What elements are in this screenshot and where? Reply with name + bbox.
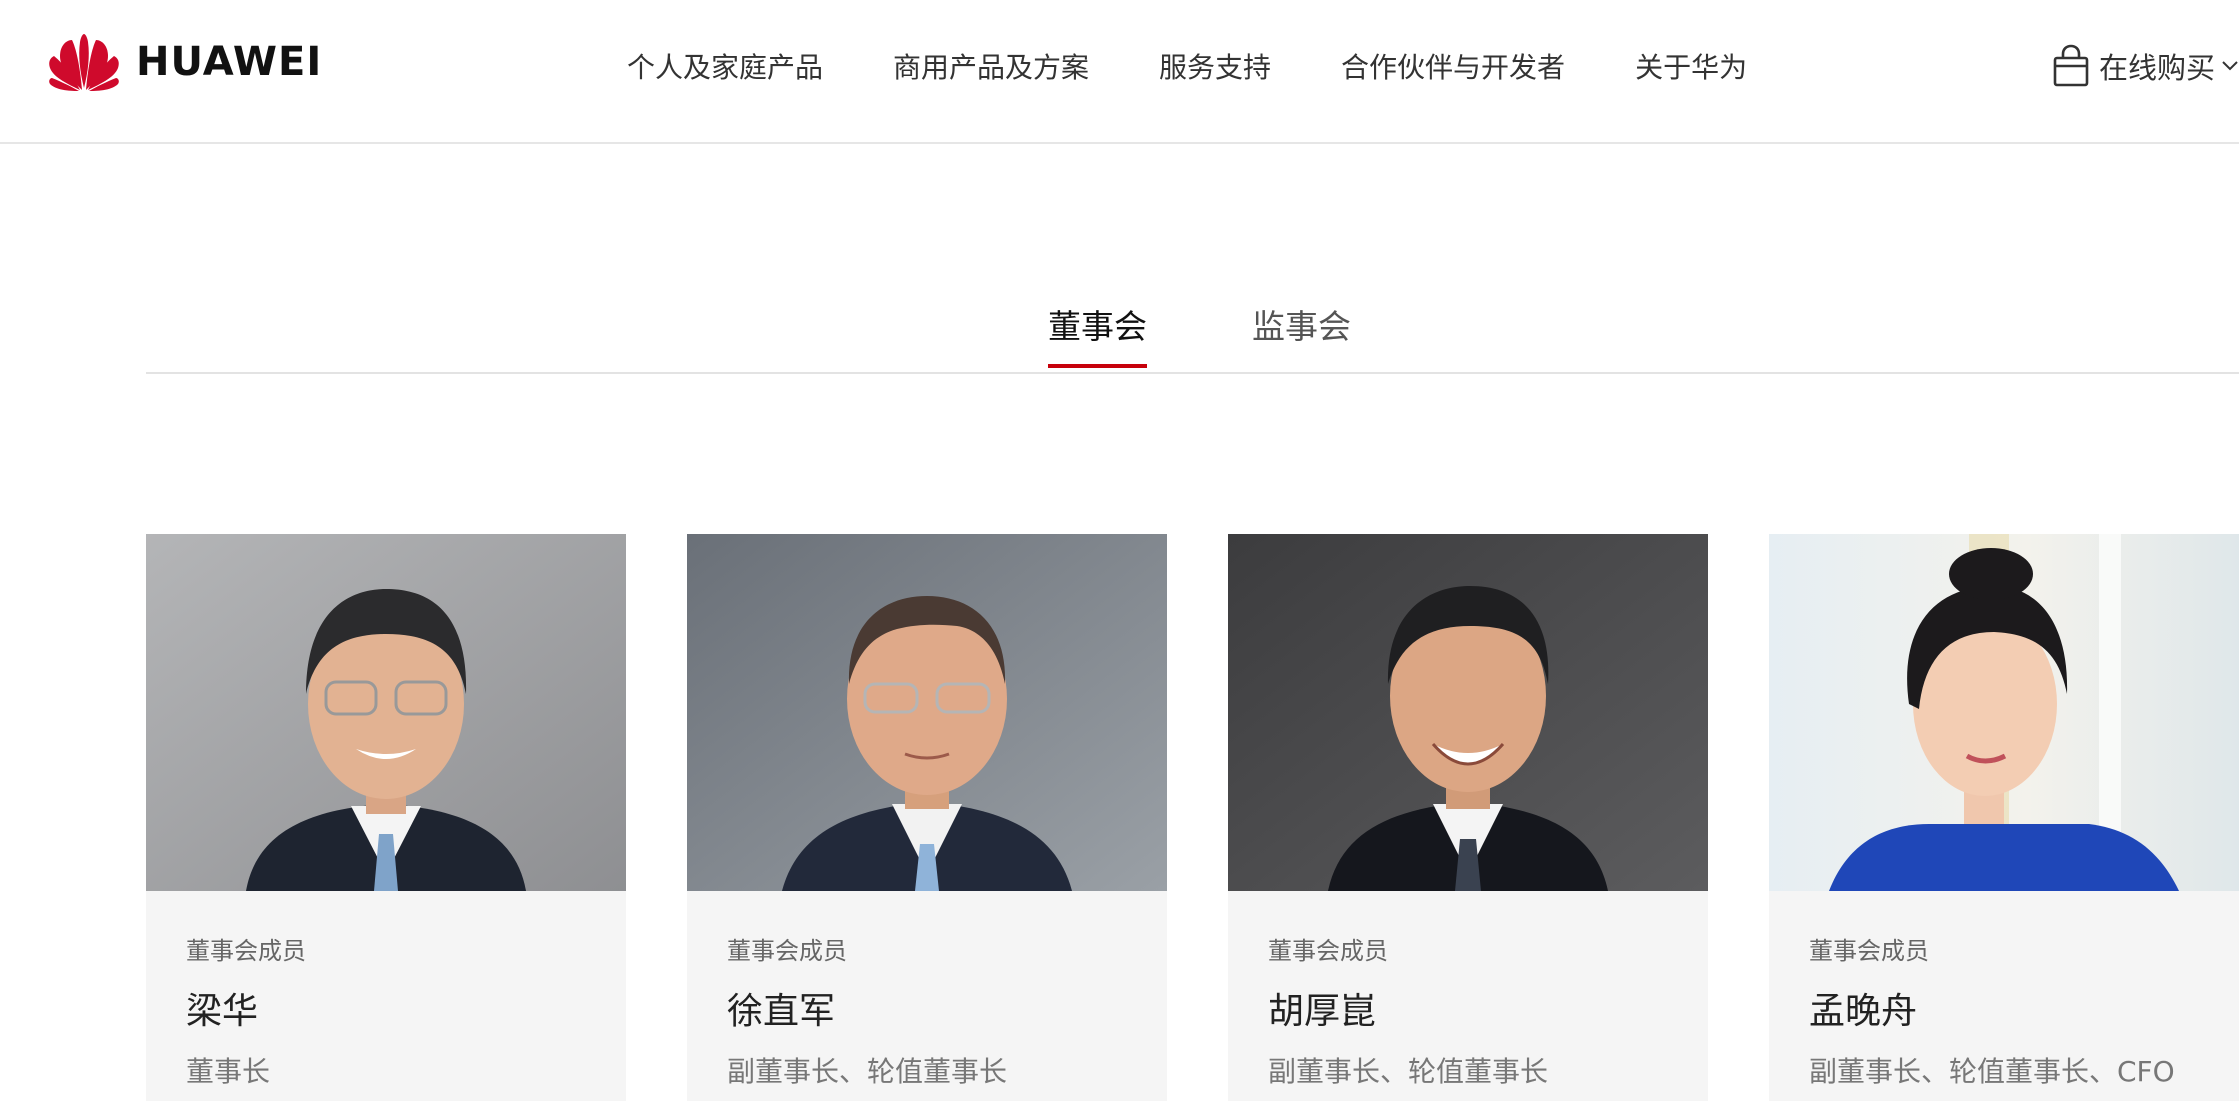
member-title: 副董事长、轮值董事长 — [1268, 1055, 1549, 1088]
brand-name: HUAWEI — [136, 39, 323, 85]
member-title: 副董事长、轮值董事长 — [727, 1055, 1008, 1088]
nav-item-about-huawei[interactable]: 关于华为 — [1635, 46, 1747, 86]
nav-item-enterprise[interactable]: 商用产品及方案 — [893, 46, 1089, 86]
tab-supervisory-board[interactable]: 监事会 — [1252, 300, 1351, 366]
nav-item-partners-developers[interactable]: 合作伙伴与开发者 — [1341, 46, 1565, 86]
member-cards: 董事会成员 梁华 董事长 董事会成员 徐直军 副董事长、轮值董事长 董事会成员 … — [0, 534, 2239, 1101]
board-tabs: 董事会 监事会 — [146, 300, 2239, 374]
huawei-flower-icon — [49, 34, 119, 91]
online-buy-button[interactable]: 在线购买 — [2051, 44, 2239, 88]
member-tag: 董事会成员 — [1809, 937, 1929, 965]
tab-board-of-directors-label: 董事会 — [1048, 307, 1147, 346]
member-name: 梁华 — [186, 991, 259, 1032]
member-photo — [687, 534, 1167, 891]
nav-item-support[interactable]: 服务支持 — [1159, 46, 1271, 86]
site-header: HUAWEI 个人及家庭产品 商用产品及方案 服务支持 合作伙伴与开发者 关于华… — [0, 0, 2239, 144]
nav-item-personal-home[interactable]: 个人及家庭产品 — [627, 46, 823, 86]
main-nav: 个人及家庭产品 商用产品及方案 服务支持 合作伙伴与开发者 关于华为 — [627, 46, 1817, 86]
member-photo — [1228, 534, 1708, 891]
member-photo — [146, 534, 626, 891]
active-tab-indicator — [1048, 364, 1147, 368]
member-card[interactable]: 董事会成员 孟晚舟 副董事长、轮值董事长、CFO — [1769, 534, 2239, 1101]
member-photo — [1769, 534, 2239, 891]
member-name: 胡厚崑 — [1268, 991, 1377, 1032]
online-buy-label: 在线购买 — [2099, 51, 2216, 85]
member-name: 孟晚舟 — [1809, 991, 1918, 1032]
member-name: 徐直军 — [727, 991, 836, 1032]
member-tag: 董事会成员 — [1268, 937, 1388, 965]
member-title: 董事长 — [186, 1055, 271, 1088]
member-title: 副董事长、轮值董事长、CFO — [1809, 1055, 2175, 1088]
member-card[interactable]: 董事会成员 梁华 董事长 — [146, 534, 626, 1101]
member-card[interactable]: 董事会成员 胡厚崑 副董事长、轮值董事长 — [1228, 534, 1708, 1101]
huawei-logo[interactable]: HUAWEI — [46, 31, 322, 93]
tab-board-of-directors[interactable]: 董事会 — [1048, 300, 1147, 368]
chevron-down-icon — [2222, 61, 2238, 71]
tab-supervisory-board-label: 监事会 — [1252, 307, 1351, 346]
member-tag: 董事会成员 — [727, 937, 847, 965]
member-tag: 董事会成员 — [186, 937, 306, 965]
member-card[interactable]: 董事会成员 徐直军 副董事长、轮值董事长 — [687, 534, 1167, 1101]
shopping-bag-icon — [2053, 44, 2089, 87]
